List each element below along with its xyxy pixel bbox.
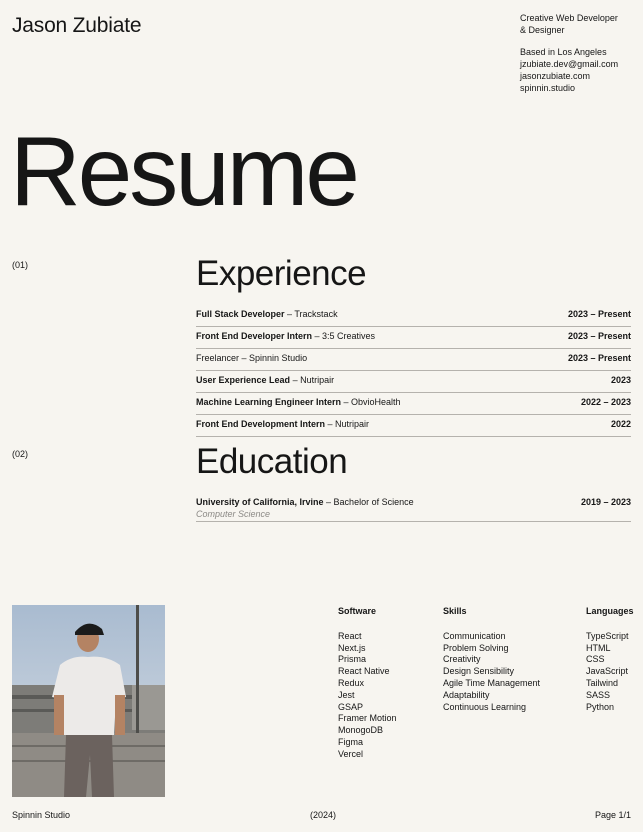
experience-row: Full Stack Developer – Trackstack 2023 –… xyxy=(196,305,631,327)
company-name: – Nutripair xyxy=(325,419,370,429)
education-section-number: (02) xyxy=(12,449,29,459)
date-range: 2023 xyxy=(610,375,631,385)
software-column: Software React Next.js Prisma React Nati… xyxy=(338,606,397,761)
date-range: 2023 – Present xyxy=(567,309,631,319)
date-range: 2022 xyxy=(610,419,631,429)
job-title-line-1: Creative Web Developer xyxy=(520,13,618,23)
job-title-line-2: & Designer xyxy=(520,25,565,35)
skill-item: Design Sensibility xyxy=(443,666,515,677)
experience-row: Front End Development Intern – Nutripair… xyxy=(196,415,631,437)
major-name: Computer Science xyxy=(196,509,271,519)
role-title: User Experience Lead xyxy=(196,375,291,385)
skill-item: Agile Time Management xyxy=(443,677,541,688)
language-item: TypeScript xyxy=(586,630,629,641)
education-heading: Education xyxy=(196,442,348,481)
footer-page-number: Page 1/1 xyxy=(594,810,631,820)
company-name: – Trackstack xyxy=(284,309,338,319)
company-name: – ObvioHealth xyxy=(341,397,401,407)
language-item: JavaScript xyxy=(586,666,629,677)
experience-row: Freelancer – Spinnin Studio 2023 – Prese… xyxy=(196,349,631,371)
skill-item: Continuous Learning xyxy=(443,701,527,712)
language-item: Tailwind xyxy=(586,677,619,688)
language-item: Python xyxy=(586,701,615,712)
language-item: CSS xyxy=(586,654,605,665)
degree-name: – Bachelor of Science xyxy=(323,497,414,507)
software-item: Jest xyxy=(338,689,355,700)
skills-heading: Skills xyxy=(443,606,467,616)
date-range: 2019 – 2023 xyxy=(580,497,631,507)
page-title: Resume xyxy=(10,116,360,226)
software-item: React xyxy=(338,630,362,641)
role-title: Front End Developer Intern xyxy=(196,331,313,341)
date-range: 2023 – Present xyxy=(567,331,631,341)
experience-heading: Experience xyxy=(196,254,367,293)
profile-photo xyxy=(12,605,165,797)
skill-item: Adaptability xyxy=(443,689,490,700)
software-item: Prisma xyxy=(338,654,367,665)
location-text: Based in Los Angeles xyxy=(520,47,607,57)
software-item: Vercel xyxy=(338,748,364,759)
software-item: Next.js xyxy=(338,642,366,653)
experience-list: Full Stack Developer – Trackstack 2023 –… xyxy=(196,305,631,437)
skill-item: Creativity xyxy=(443,654,481,665)
education-row: University of California, Irvine – Bache… xyxy=(196,493,631,522)
footer-studio: Spinnin Studio xyxy=(12,810,71,820)
company-name: – 3:5 Creatives xyxy=(312,331,376,341)
contact-block: Creative Web Developer & Designer Based … xyxy=(520,12,618,94)
company-name: – Spinnin Studio xyxy=(239,353,308,363)
languages-heading: Languages xyxy=(586,606,634,616)
role-title: Machine Learning Engineer Intern xyxy=(196,397,342,407)
role-title: Freelancer xyxy=(196,353,240,363)
experience-row: Front End Developer Intern – 3:5 Creativ… xyxy=(196,327,631,349)
education-list: University of California, Irvine – Bache… xyxy=(196,493,631,522)
date-range: 2022 – 2023 xyxy=(580,397,631,407)
role-title: Front End Development Intern xyxy=(196,419,326,429)
languages-column: Languages TypeScript HTML CSS JavaScript… xyxy=(586,606,634,713)
website-link[interactable]: jasonzubiate.com xyxy=(520,70,618,82)
software-item: Framer Motion xyxy=(338,713,397,724)
company-name: – Nutripair xyxy=(290,375,335,385)
skill-item: Problem Solving xyxy=(443,642,509,653)
skills-column: Skills Communication Problem Solving Cre… xyxy=(443,606,540,713)
school-name: University of California, Irvine xyxy=(196,497,324,507)
software-item: GSAP xyxy=(338,701,364,712)
experience-section-number: (01) xyxy=(12,260,29,270)
studio-link[interactable]: spinnin.studio xyxy=(520,82,618,94)
footer-year: (2024) xyxy=(310,810,337,820)
date-range: 2023 – Present xyxy=(567,353,631,363)
software-item: Figma xyxy=(338,736,364,747)
resume-owner-name: Jason Zubiate xyxy=(12,14,142,37)
software-item: Redux xyxy=(338,677,365,688)
language-item: HTML xyxy=(586,642,611,653)
language-item: SASS xyxy=(586,689,611,700)
software-item: React Native xyxy=(338,666,390,677)
role-title: Full Stack Developer xyxy=(196,309,285,319)
software-heading: Software xyxy=(338,606,377,616)
experience-row: Machine Learning Engineer Intern – Obvio… xyxy=(196,393,631,415)
software-item: MonogoDB xyxy=(338,725,384,736)
experience-row: User Experience Lead – Nutripair 2023 xyxy=(196,371,631,393)
email-link[interactable]: jzubiate.dev@gmail.com xyxy=(520,58,618,70)
skill-item: Communication xyxy=(443,630,506,641)
